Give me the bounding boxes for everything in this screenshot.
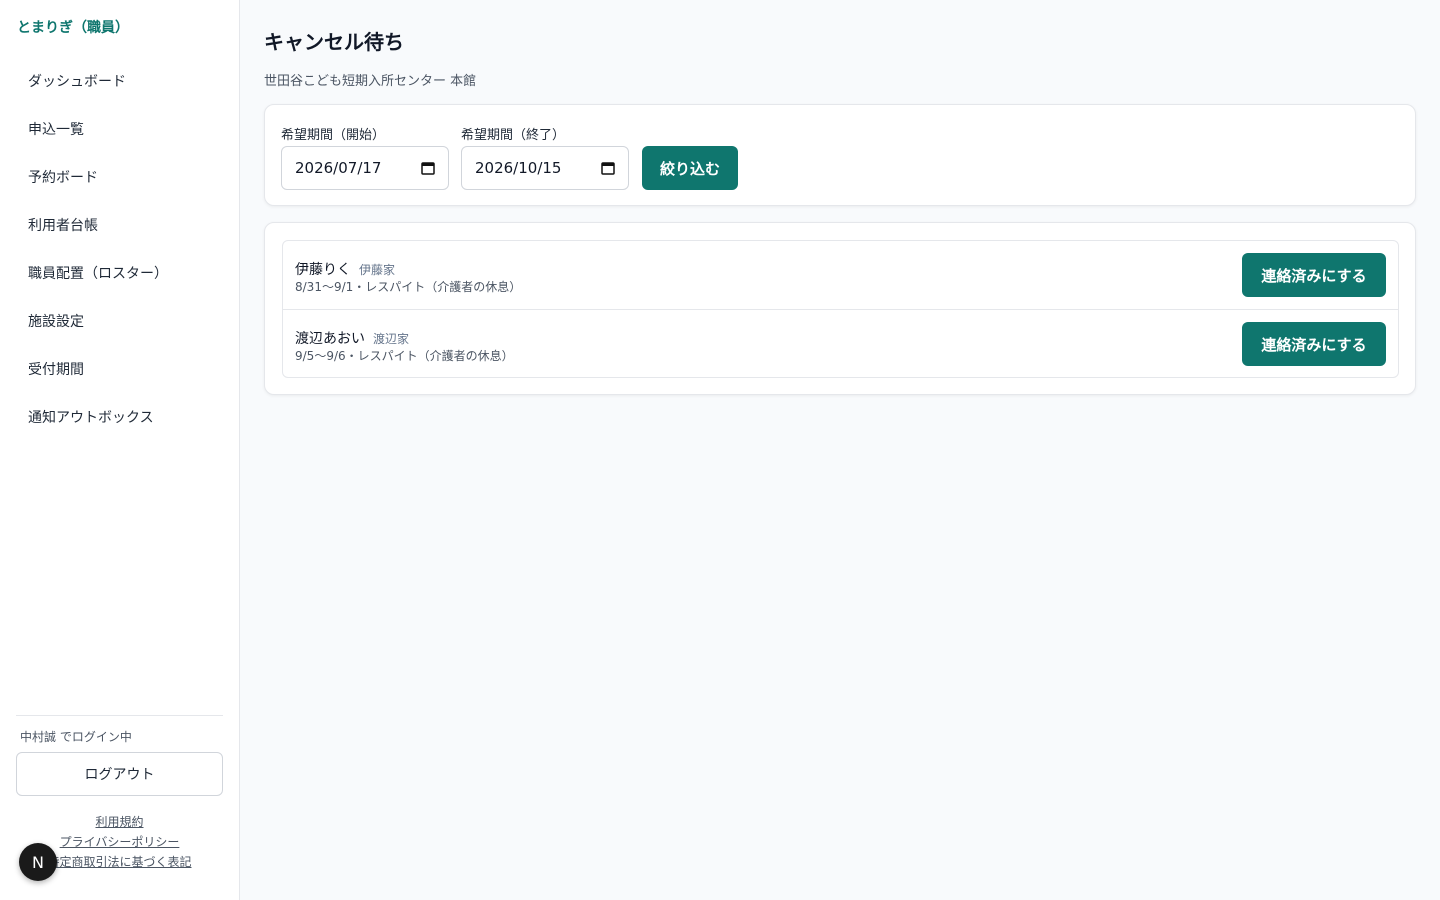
start-date-label: 希望期間（開始） (281, 128, 386, 143)
family-name: 伊藤家 (359, 263, 396, 277)
start-date-input[interactable]: 2026/07/17 (281, 146, 449, 190)
dev-tools-badge[interactable]: N (19, 843, 57, 881)
sidebar-item-user-ledger[interactable]: 利用者台帳 (16, 202, 224, 250)
end-date-value: 2026/10/15 (475, 159, 562, 177)
terms-link[interactable]: 利用規約 (16, 812, 223, 832)
sidebar-item-reception-period[interactable]: 受付期間 (16, 346, 224, 394)
calendar-icon[interactable] (421, 161, 435, 175)
end-date-label: 希望期間（終了） (461, 128, 566, 143)
mark-contacted-button[interactable]: 連絡済みにする (1242, 322, 1386, 366)
sidebar-divider (16, 715, 223, 716)
list-item: 伊藤りく 伊藤家 8/31〜9/1・レスパイト（介護者の休息） 連絡済みにする (283, 241, 1398, 310)
child-name: 渡辺あおい (295, 331, 365, 347)
sidebar-nav: ダッシュボード 申込一覧 予約ボード 利用者台帳 職員配置（ロスター） 施設設定… (16, 58, 224, 442)
list-item: 渡辺あおい 渡辺家 9/5〜9/6・レスパイト（介護者の休息） 連絡済みにする (283, 309, 1398, 378)
end-date-input[interactable]: 2026/10/15 (461, 146, 629, 190)
sidebar-item-facility-settings[interactable]: 施設設定 (16, 298, 224, 346)
login-status: 中村誠 でログイン中 (20, 730, 132, 744)
logout-button[interactable]: ログアウト (16, 752, 223, 796)
stay-detail: 8/31〜9/1・レスパイト（介護者の休息） (295, 280, 522, 294)
mark-contacted-button[interactable]: 連絡済みにする (1242, 253, 1386, 297)
sidebar-item-booking-board[interactable]: 予約ボード (16, 154, 224, 202)
child-name: 伊藤りく (295, 262, 351, 278)
waitlist-card: 伊藤りく 伊藤家 8/31〜9/1・レスパイト（介護者の休息） 連絡済みにする 渡… (264, 222, 1416, 395)
sidebar: とまりぎ（職員） ダッシュボード 申込一覧 予約ボード 利用者台帳 職員配置（ロ… (0, 0, 240, 900)
sidebar-item-roster[interactable]: 職員配置（ロスター） (16, 250, 224, 298)
sidebar-item-applications[interactable]: 申込一覧 (16, 106, 224, 154)
brand-title: とまりぎ（職員） (17, 20, 129, 36)
filter-button[interactable]: 絞り込む (642, 146, 738, 190)
family-name: 渡辺家 (373, 332, 410, 346)
stay-detail: 9/5〜9/6・レスパイト（介護者の休息） (295, 349, 514, 363)
facility-name: 世田谷こども短期入所センター 本館 (264, 74, 477, 89)
waitlist: 伊藤りく 伊藤家 8/31〜9/1・レスパイト（介護者の休息） 連絡済みにする 渡… (282, 240, 1399, 378)
calendar-icon[interactable] (601, 161, 615, 175)
sidebar-item-dashboard[interactable]: ダッシュボード (16, 58, 224, 106)
sidebar-item-notification-outbox[interactable]: 通知アウトボックス (16, 394, 224, 442)
start-date-value: 2026/07/17 (295, 159, 382, 177)
filter-card: 希望期間（開始） 2026/07/17 希望期間（終了） 2026/10/15 … (264, 104, 1416, 206)
page-title: キャンセル待ち (264, 30, 404, 54)
